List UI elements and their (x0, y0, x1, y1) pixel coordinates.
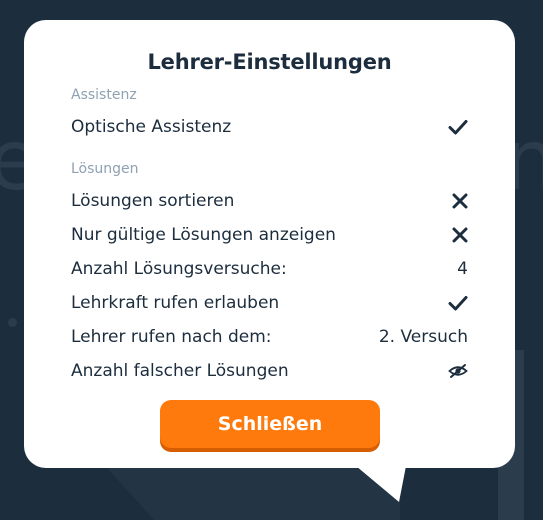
setting-row-nur-gueltige-loesungen: Nur gültige Lösungen anzeigen (71, 220, 468, 250)
section-heading-loesungen: Lösungen (71, 161, 139, 177)
setting-label: Nur gültige Lösungen anzeigen (71, 225, 336, 245)
background-dot (8, 318, 17, 327)
close-button[interactable]: Schließen (160, 400, 380, 448)
section-heading-assistenz: Assistenz (71, 87, 137, 103)
setting-row-loesungen-sortieren: Lösungen sortieren (71, 186, 468, 216)
setting-row-anzahl-loesungsversuche: Anzahl Lösungsversuche: 4 (71, 254, 468, 284)
setting-row-lehrkraft-rufen: Lehrkraft rufen erlauben (71, 288, 468, 318)
setting-label: Anzahl falscher Lösungen (71, 361, 289, 381)
setting-row-lehrer-rufen-nach: Lehrer rufen nach dem: 2. Versuch (71, 322, 468, 352)
setting-label: Lehrkraft rufen erlauben (71, 293, 280, 313)
x-icon (444, 189, 468, 213)
background-shadow (100, 460, 400, 520)
check-icon (444, 291, 468, 315)
x-icon (444, 223, 468, 247)
teacher-settings-dialog: Lehrer-Einstellungen Assistenz Optische … (24, 20, 515, 468)
setting-label: Lösungen sortieren (71, 191, 235, 211)
setting-value: 4 (457, 259, 468, 279)
setting-label: Anzahl Lösungsversuche: (71, 259, 287, 279)
setting-row-anzahl-falscher-loesungen: Anzahl falscher Lösungen (71, 356, 468, 386)
setting-label: Optische Assistenz (71, 117, 232, 137)
dialog-title: Lehrer-Einstellungen (147, 50, 392, 74)
setting-value: 2. Versuch (378, 327, 468, 347)
setting-row-optische-assistenz: Optische Assistenz (71, 112, 468, 142)
setting-label: Lehrer rufen nach dem: (71, 327, 272, 347)
check-icon (444, 115, 468, 139)
eye-slash-icon (444, 359, 468, 383)
